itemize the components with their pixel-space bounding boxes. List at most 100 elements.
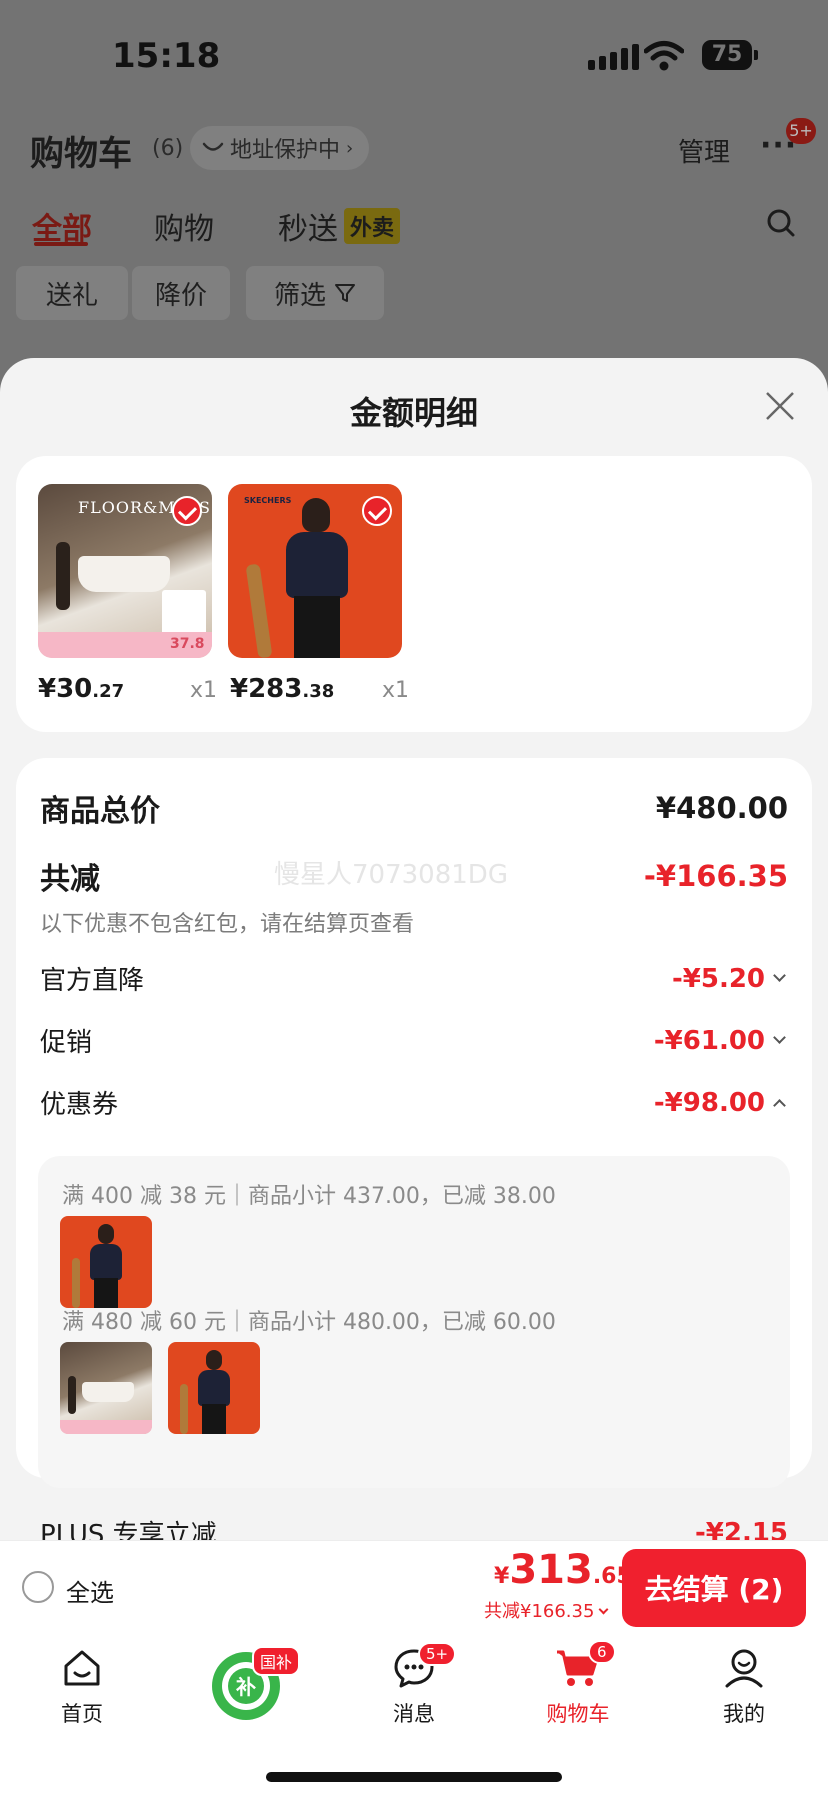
price-detail-card: 慢星人7073081DG 商品总价 ¥480.00 共减 -¥166.35 以下… [16, 758, 812, 1550]
tab-bar: 首页 补 国补 消息 5+ 购物车 6 我的 [0, 1636, 828, 1795]
person-head-shape [302, 498, 330, 532]
snowboard-shape [180, 1384, 188, 1434]
promo-strip [60, 1420, 152, 1434]
coupon-rule-1: 满 400 减 38 元｜商品小计 437.00，已减 38.00 [62, 1184, 556, 1209]
svg-text:补: 补 [235, 1675, 256, 1699]
goods-card: FLOOR&MATS 37.8 SKECHERS ¥30.27 x1 ¥283.… [16, 456, 812, 732]
thumb-floor-mat-price: 37.8 [170, 636, 205, 652]
promotion-amount: -¥61.00 [653, 1025, 765, 1056]
tabbar-subsidy[interactable]: 补 国补 [186, 1646, 306, 1726]
address-protection-pill[interactable]: 地址保护中 › [190, 126, 370, 170]
chip-gift[interactable]: 送礼 [16, 266, 128, 320]
bathtub-shape [78, 556, 170, 592]
coupon-2-floor-mat-thumb [60, 1342, 152, 1434]
select-all-radio[interactable] [22, 1571, 54, 1603]
sheet-title: 金额明细 [349, 394, 478, 432]
tabbar-messages[interactable]: 消息 5+ [354, 1642, 474, 1728]
coupon-rule-2: 满 480 减 60 元｜商品小计 480.00，已减 60.00 [62, 1310, 556, 1335]
person-head-shape [206, 1350, 222, 1370]
search-icon[interactable] [766, 208, 796, 238]
tabbar-cart-label: 购物车 [546, 1702, 610, 1726]
tabbar-profile[interactable]: 我的 [684, 1646, 804, 1728]
product-thumb-floor-mat[interactable]: FLOOR&MATS 37.8 [38, 484, 212, 658]
chevron-down-icon [773, 969, 786, 982]
checkout-button[interactable]: 去结算 (2) [622, 1549, 806, 1627]
pants-shape [294, 596, 340, 658]
wifi-icon [644, 41, 684, 71]
total-discount-text: 共减¥166.35 [484, 1601, 595, 1622]
cart-badge: 6 [588, 1640, 616, 1664]
coupon-row[interactable]: 优惠券 -¥98.00 [40, 1084, 788, 1121]
subsidy-badge: 国补 [252, 1646, 301, 1676]
official-discount-value: -¥5.20 [672, 964, 788, 994]
total-reduce-label: 共减 [40, 862, 100, 897]
reduce-note: 以下优惠不包含红包，请在结算页查看 [40, 912, 415, 937]
promotion-row[interactable]: 促销 -¥61.00 [40, 1022, 788, 1059]
tabbar-cart[interactable]: 购物车 6 [518, 1640, 638, 1728]
total-yen: ¥ [494, 1564, 510, 1589]
tabbar-home[interactable]: 首页 [22, 1646, 142, 1728]
goods-qty-1: x1 [190, 678, 218, 703]
price-tag-panel [162, 590, 206, 638]
waimai-tag: 外卖 [344, 208, 401, 244]
bathtub-shape [82, 1382, 134, 1402]
chevron-down-icon [598, 1604, 609, 1615]
background-page: 15:18 75 购物车 (6) 地址保护中 › 管理 ··· 5+ 全部 购物… [0, 0, 828, 420]
address-pill-label: 地址保护中 [230, 138, 341, 163]
checked-icon[interactable] [172, 496, 202, 526]
tabbar-profile-label: 我的 [723, 1702, 765, 1726]
chip-filter-label: 筛选 [273, 280, 326, 311]
chip-filter[interactable]: 筛选 [246, 266, 384, 320]
tab-quick-delivery[interactable]: 秒送 [278, 204, 338, 248]
total-amount: ¥313.65 [494, 1547, 632, 1593]
official-discount-label: 官方直降 [40, 966, 145, 996]
total-price-label: 商品总价 [40, 794, 160, 829]
total-discount-toggle[interactable]: 共减¥166.35 [484, 1597, 609, 1623]
jacket-shape [90, 1244, 122, 1280]
goods-price-2-int: ¥283 [230, 674, 303, 704]
profile-icon [725, 1649, 763, 1688]
official-discount-amount: -¥5.20 [671, 963, 765, 994]
person-head-shape [98, 1224, 114, 1244]
status-time: 15:18 [112, 36, 221, 76]
goods-price-1: ¥30.27 [38, 674, 124, 704]
jacket-shape [198, 1370, 230, 1406]
tab-shopping[interactable]: 购物 [154, 204, 214, 248]
chip-price-drop-label: 降价 [154, 280, 207, 311]
close-icon[interactable] [764, 390, 796, 422]
coupon-2-jacket-thumb [168, 1342, 260, 1434]
coupon-label: 优惠券 [40, 1090, 119, 1120]
total-main: 313 [509, 1547, 593, 1593]
chip-gift-label: 送礼 [45, 280, 98, 311]
goods-price-2-dec: .38 [302, 681, 335, 702]
checkout-bar: 全选 ¥313.65 共减¥166.35 去结算 (2) [0, 1540, 828, 1636]
total-price-value: ¥480.00 [655, 791, 788, 825]
status-bar: 15:18 75 [0, 0, 828, 110]
chevron-up-icon [773, 1099, 786, 1112]
total-reduce-value: -¥166.35 [643, 859, 788, 893]
manage-button[interactable]: 管理 [678, 132, 730, 169]
total-price-row: 商品总价 ¥480.00 [40, 786, 788, 830]
goods-price-2: ¥283.38 [230, 674, 334, 704]
tabbar-messages-label: 消息 [393, 1702, 435, 1726]
signal-icon [588, 44, 639, 70]
checked-icon[interactable] [362, 496, 392, 526]
page-title: 购物车 [30, 134, 132, 174]
filter-icon [335, 284, 355, 302]
chevron-right-icon: › [346, 137, 354, 159]
coupon-amount: -¥98.00 [653, 1087, 765, 1118]
official-discount-row[interactable]: 官方直降 -¥5.20 [40, 960, 788, 997]
stool-shape [68, 1376, 76, 1414]
messages-badge: 5+ [418, 1642, 457, 1666]
thumb-jacket-brand: SKECHERS [244, 496, 292, 505]
select-all-label[interactable]: 全选 [66, 1573, 114, 1608]
snowboard-shape [72, 1258, 80, 1308]
snowboard-shape [245, 563, 273, 658]
coupon-1-jacket-thumb [60, 1216, 152, 1308]
product-thumb-jacket[interactable]: SKECHERS [228, 484, 402, 658]
goods-price-1-dec: .27 [92, 681, 125, 702]
coupon-value: -¥98.00 [654, 1088, 788, 1118]
promotion-value: -¥61.00 [654, 1026, 788, 1056]
chip-price-drop[interactable]: 降价 [132, 266, 230, 320]
stool-shape [56, 542, 70, 610]
